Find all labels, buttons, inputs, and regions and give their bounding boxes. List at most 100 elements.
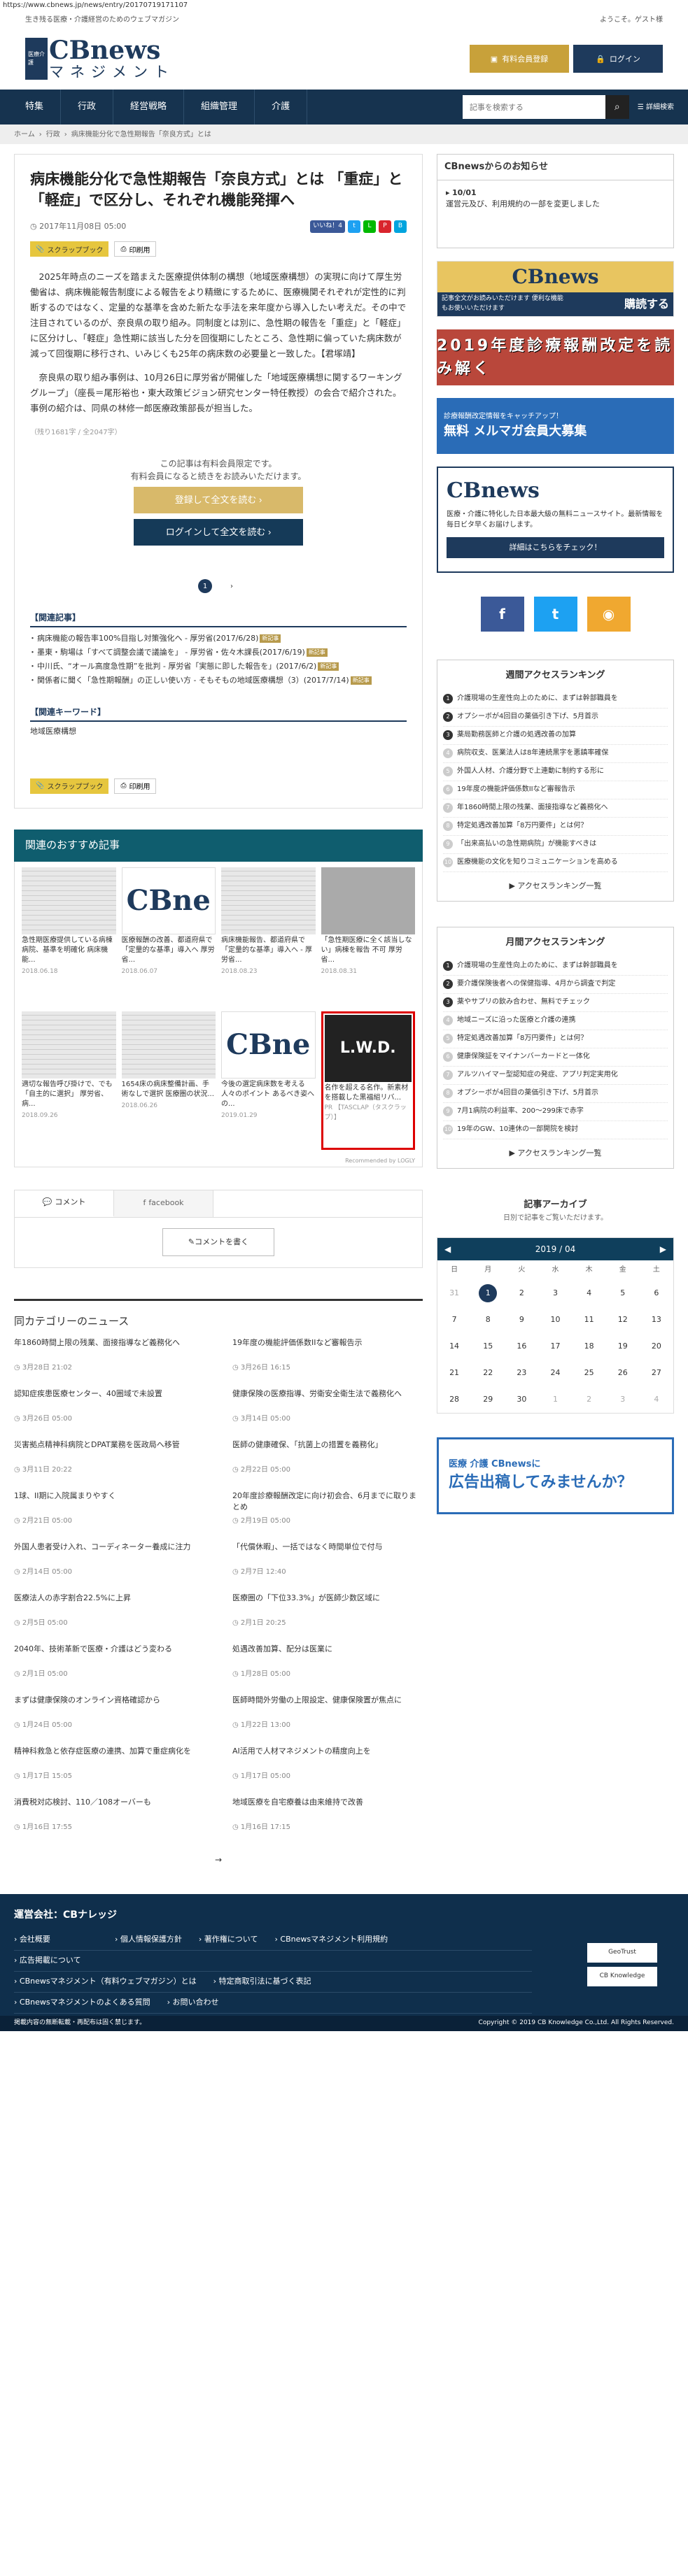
search-button[interactable]: ⌕	[605, 95, 629, 119]
tab-comment[interactable]: 💬 コメント	[15, 1190, 114, 1217]
category-news-item[interactable]: まずは健康保険のオンライン資格確認から ◷ 1月24日 05:00	[14, 1695, 204, 1746]
category-news-item[interactable]: 認知症疾患医療センター、40圏域で未設置 ◷ 3月26日 05:00	[14, 1388, 204, 1439]
calendar-day[interactable]: 29	[471, 1386, 505, 1413]
category-news-item[interactable]: 精神科救急と依存症医療の連携、加算で重症病化を ◷ 1月17日 15:05	[14, 1746, 204, 1797]
recommended-item[interactable]: 病床機能報告、都道府県で「定量的な基準」導入へ - 厚労省... 2018.08.…	[221, 867, 316, 1006]
sponsored-item[interactable]: L.W.D. 名作を超える名作。新素材を搭載した黒福組リバ... PR 【TASCL…	[321, 1011, 415, 1150]
calendar-day[interactable]: 13	[640, 1307, 673, 1333]
calendar-day[interactable]: 1	[538, 1386, 572, 1413]
ranking-item[interactable]: 10 19年のGW、10連休の一部開院を検討	[443, 1121, 668, 1139]
scrapbook-button[interactable]: 📎 スクラップブック	[30, 241, 109, 257]
nav-item-strategy[interactable]: 経営戦略	[113, 90, 185, 124]
ranking-item[interactable]: 5 特定処遇改善加算「8万円要件」とは何？	[443, 1030, 668, 1048]
login-button[interactable]: 🔒 ログイン	[573, 45, 663, 73]
related-item[interactable]: 病床機能の報告率100%目指し対策強化へ - 厚労省(2017/6/28)新記事	[29, 632, 407, 646]
ranking-item[interactable]: 9 「出来高払いの急性期病院」が機能すべきは	[443, 836, 668, 854]
cbnews-detail-button[interactable]: 詳細はこちらをチェック！	[447, 536, 664, 558]
notice-link[interactable]: 運営元及び、利用規約の一部を変更しました	[446, 199, 665, 210]
category-news-item[interactable]: 外国人患者受け入れ、コーディネーター養成に注力 ◷ 2月14日 05:00	[14, 1542, 204, 1593]
calendar-day[interactable]: 30	[505, 1386, 538, 1413]
footer-link[interactable]: CBnewsマネジメント利用規約	[274, 1934, 388, 1946]
calendar-day[interactable]: 7	[437, 1307, 471, 1333]
advertise-banner[interactable]: 医療 介護 CBnewsに 広告出稿してみませんか？	[437, 1437, 674, 1514]
register-read-button[interactable]: 登録して全文を読む ›	[134, 487, 303, 513]
calendar-day[interactable]: 23	[505, 1360, 538, 1386]
category-news-item[interactable]: 2040年、技術革新で医療・介護はどう変わる ◷ 2月1日 05:00	[14, 1644, 204, 1695]
category-news-item[interactable]: 19年度の機能評価係数IIなど審報告示 ◷ 3月26日 16:15	[232, 1337, 423, 1388]
nav-item-organization[interactable]: 組織管理	[184, 90, 255, 124]
category-news-item[interactable]: 地域医療を自宅療養は由来維持で改善 ◷ 1月16日 17:15	[232, 1797, 423, 1848]
ranking-item[interactable]: 2 要介護保険後者への保健指導、4月から調査で判定	[443, 976, 668, 994]
recommended-item[interactable]: 急性期医療提供している病棟病院、基準を明確化 病床機能... 2018.06.18	[22, 867, 116, 1006]
breadcrumb-home[interactable]: ホーム	[14, 129, 35, 140]
calendar-day[interactable]: 11	[573, 1307, 606, 1333]
next-month-icon[interactable]: ▶	[660, 1243, 666, 1255]
ranking-item[interactable]: 4 地域ニーズに沿った医療と介護の連携	[443, 1012, 668, 1030]
calendar-day[interactable]: 31	[437, 1280, 471, 1307]
ranking-item[interactable]: 3 薬やサプリの飲み合わせ、無料でチェック	[443, 994, 668, 1012]
calendar-day[interactable]: 18	[573, 1333, 606, 1360]
footer-link[interactable]: お問い合わせ	[167, 1997, 219, 2009]
twitter-icon[interactable]: t	[533, 596, 577, 632]
footer-link[interactable]: 個人情報保護方針	[115, 1934, 182, 1946]
weekly-ranking-more[interactable]: ▶ アクセスランキング一覧	[437, 872, 673, 901]
category-news-item[interactable]: 医師の健康確保、「抗菌上の措置を義務化」 ◷ 2月22日 05:00	[232, 1439, 423, 1490]
ranking-item[interactable]: 9 7月1病院の利益率、200～299床で赤字	[443, 1103, 668, 1121]
nav-item-feature[interactable]: 特集	[14, 90, 62, 124]
related-item[interactable]: 関係者に聞く「急性期報酬」の正しい使い方 - そもそもの地域医療構想（3）(20…	[29, 674, 407, 688]
ranking-item[interactable]: 6 健康保険証をマイナンバーカードと一体化	[443, 1048, 668, 1067]
calendar-day[interactable]: 6	[640, 1280, 673, 1307]
calendar-day[interactable]: 4	[640, 1386, 673, 1413]
ranking-item[interactable]: 5 外国人人材、介護分野で上連動に制約する形に	[443, 763, 668, 781]
category-news-item[interactable]: AI活用で人材マネジメントの精度向上を ◷ 1月17日 05:00	[232, 1746, 423, 1797]
keyword-link[interactable]: 地域医療構想	[30, 726, 407, 738]
calendar-day[interactable]: 17	[538, 1333, 572, 1360]
ranking-item[interactable]: 4 病院収支、医業法人は8年連続黒字を悪鎮率確保	[443, 745, 668, 763]
calendar-day[interactable]: 28	[437, 1386, 471, 1413]
recommended-item[interactable]: CBne 今後の選定病床数を考える人々のポイント あるべき姿への... 2019.0…	[221, 1011, 316, 1150]
pocket-share-icon[interactable]: P	[379, 220, 391, 233]
nav-item-kaigo[interactable]: 介護	[255, 90, 308, 124]
facebook-like-button[interactable]: いいね！4	[310, 220, 345, 233]
category-news-item[interactable]: 消費税対応検討、110／108オーバーも ◷ 1月16日 17:55	[14, 1797, 204, 1848]
hatena-share-icon[interactable]: B	[394, 220, 407, 233]
category-news-item[interactable]: 災害拠点精神科病院とDPAT業務を医政局へ移管 ◷ 3月11日 20:22	[14, 1439, 204, 1490]
advanced-search-link[interactable]: ☰ 詳細検索	[638, 102, 674, 113]
calendar-day[interactable]: 14	[437, 1333, 471, 1360]
footer-link[interactable]: 著作権について	[199, 1934, 258, 1946]
next-arrow-icon[interactable]: →	[14, 1853, 423, 1866]
ranking-item[interactable]: 7 年1860時間上限の残業、面接指導など義務化へ	[443, 799, 668, 818]
write-comment-button[interactable]: ✎ コメントを書く	[162, 1228, 274, 1256]
calendar-day[interactable]: 16	[505, 1333, 538, 1360]
site-logo[interactable]: 医療介護 CBnews マネジメント	[25, 37, 175, 80]
register-button[interactable]: ▣ 有料会員登録	[470, 45, 569, 73]
category-news-item[interactable]: 医療法人の赤字割合22.5%に上昇 ◷ 2月5日 05:00	[14, 1593, 204, 1644]
calendar-day[interactable]: 12	[606, 1307, 640, 1333]
calendar-day[interactable]: 22	[471, 1360, 505, 1386]
ranking-item[interactable]: 3 薬局勤務医師と介護の処遇改善の加算	[443, 727, 668, 745]
calendar-day[interactable]: 25	[573, 1360, 606, 1386]
calendar-day[interactable]: 4	[573, 1280, 606, 1307]
print-button[interactable]: ⎙ 印刷用	[114, 241, 157, 257]
line-share-icon[interactable]: L	[363, 220, 376, 233]
recommended-item[interactable]: 「急性期医療に全く該当しない」病棟を報告 不可 厚労省... 2018.08.31	[321, 867, 415, 1006]
facebook-icon[interactable]: f	[480, 596, 524, 632]
category-news-item[interactable]: 医療圏の「下位33.3%」が医師少数区域に ◷ 2月1日 20:25	[232, 1593, 423, 1644]
footer-link[interactable]: 特定商取引法に基づく表記	[213, 1976, 311, 1988]
category-news-item[interactable]: 年1860時間上限の残業、面接指導など義務化へ ◷ 3月28日 21:02	[14, 1337, 204, 1388]
calendar-day[interactable]: 10	[538, 1307, 572, 1333]
related-item[interactable]: 中川氏、“オール高度急性期”を批判 - 厚労省「実態に即した報告を」(2017/…	[29, 660, 407, 674]
prev-month-icon[interactable]: ◀	[444, 1243, 451, 1255]
calendar-day[interactable]: 2	[573, 1386, 606, 1413]
calendar-day[interactable]: 19	[606, 1333, 640, 1360]
ranking-item[interactable]: 1 介護現場の生産性向上のために、まずは幹部職員を	[443, 958, 668, 976]
twitter-share-icon[interactable]: t	[348, 220, 360, 233]
category-news-item[interactable]: 処遇改善加算、配分は医業に ◷ 1月28日 05:00	[232, 1644, 423, 1695]
calendar-day[interactable]: 26	[606, 1360, 640, 1386]
calendar-day[interactable]: 5	[606, 1280, 640, 1307]
nav-item-gyousei[interactable]: 行政	[61, 90, 114, 124]
subscribe-banner[interactable]: CBnews 記事全文がお読みいただけます 便利な機能もお使いいただけます 購読す…	[437, 260, 674, 317]
footer-link[interactable]: 会社概要	[14, 1934, 98, 1946]
ranking-item[interactable]: 10 医療機能の文化を知りコミュニケーションを高める	[443, 854, 668, 872]
mailmag-banner[interactable]: 診療報酬改定情報をキャッチアップ！ 無料 メルマガ会員大募集	[437, 397, 674, 454]
